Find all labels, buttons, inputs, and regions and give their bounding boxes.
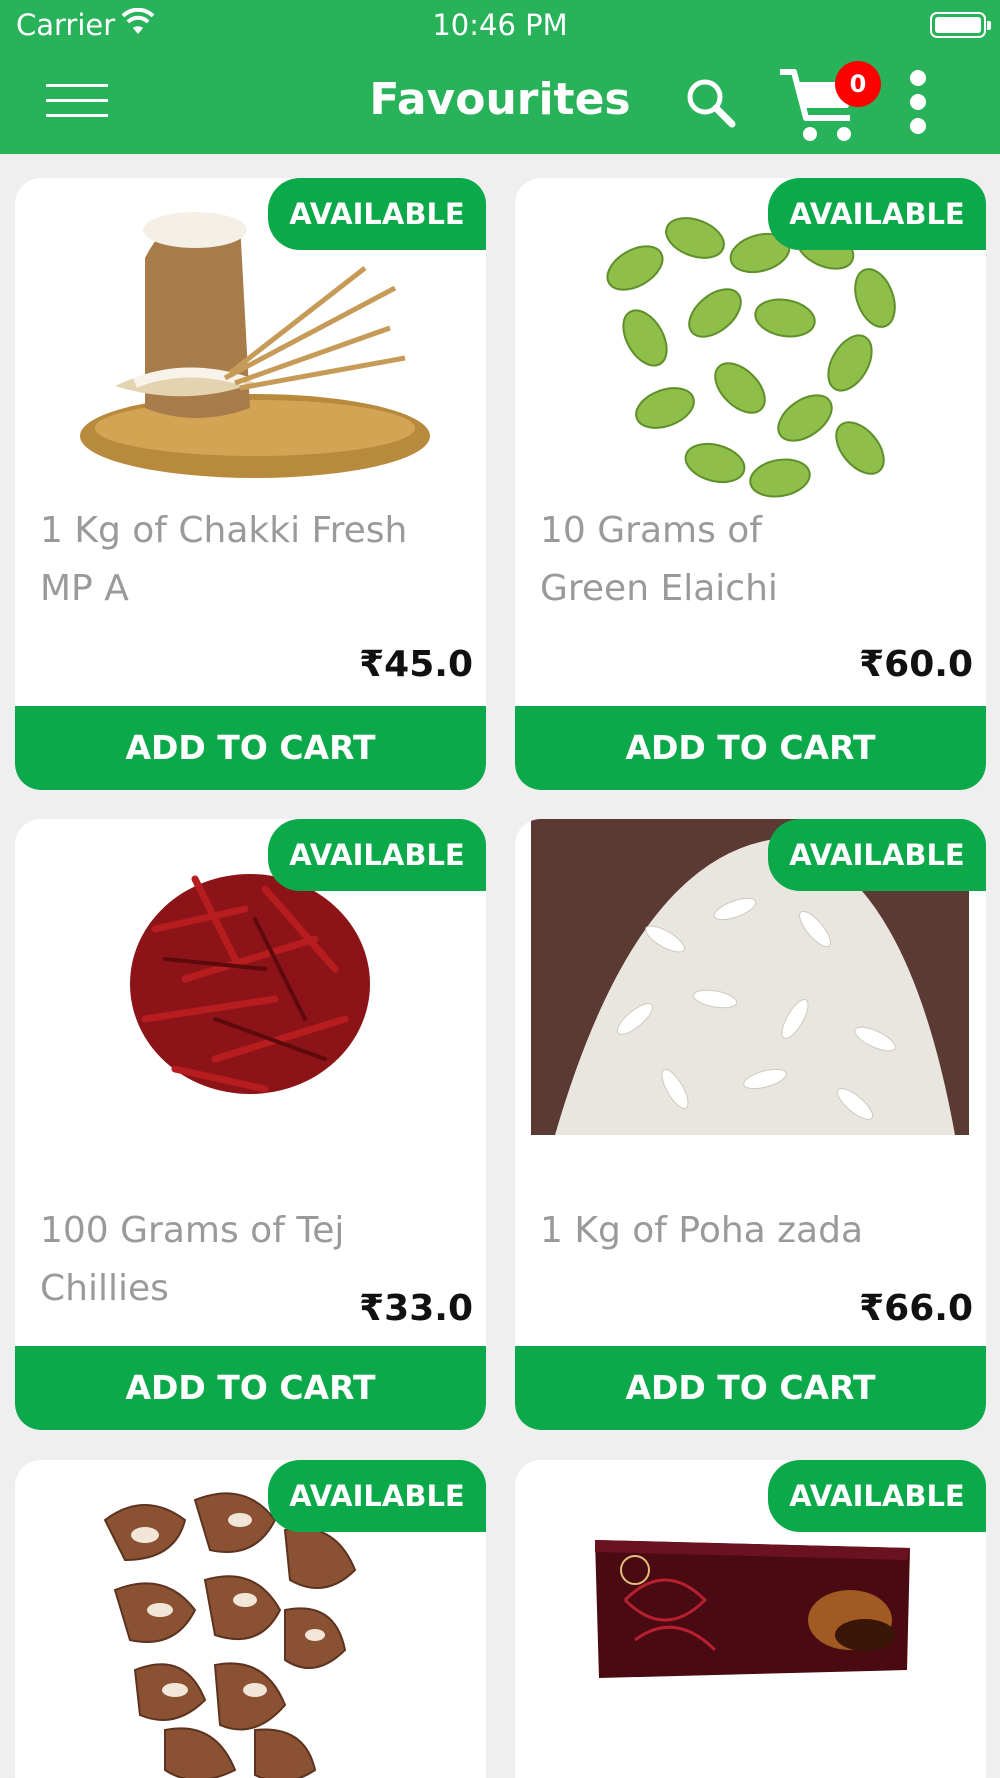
add-to-cart-button[interactable]: ADD TO CART [515,1346,986,1430]
add-to-cart-button[interactable]: ADD TO CART [15,706,486,790]
availability-badge: AVAILABLE [768,819,986,891]
product-price: ₹45.0 [359,644,473,685]
cart-count-badge: 0 [835,61,881,107]
availability-badge: AVAILABLE [268,819,486,891]
product-card[interactable]: AVAILABLE 10 Grams of Green Elaichi ₹60.… [515,178,986,790]
more-vertical-icon[interactable] [905,68,929,136]
product-name-line: Green Elaichi [540,568,778,609]
product-price: ₹60.0 [859,644,973,685]
availability-badge: AVAILABLE [268,1460,486,1532]
add-to-cart-button[interactable]: ADD TO CART [515,706,986,790]
battery-icon [930,12,991,38]
product-card[interactable]: AVAILABLE 1 Kg of Chakki Fresh MP A ₹45.… [15,178,486,790]
app-header: Carrier 10:46 PM Favourites 0 [0,0,1000,154]
product-card[interactable]: AVAILABLE [515,1460,986,1778]
product-name-line: 10 Grams of [540,510,762,551]
product-price: ₹33.0 [359,1288,473,1329]
availability-badge: AVAILABLE [268,178,486,250]
status-bar: Carrier 10:46 PM [0,0,1000,50]
product-card[interactable]: AVAILABLE [15,1460,486,1778]
product-name-line: 1 Kg of Poha zada [540,1210,864,1251]
product-price: ₹66.0 [859,1288,973,1329]
product-name: 1 Kg of Chakki Fresh MP A [40,502,470,618]
search-icon[interactable] [684,76,738,130]
add-to-cart-button[interactable]: ADD TO CART [15,1346,486,1430]
product-name: 10 Grams of Green Elaichi [540,502,970,618]
product-name: 1 Kg of Poha zada [540,1202,970,1260]
product-name-line: 1 Kg of Chakki Fresh [40,510,408,551]
product-name-line: MP A [40,568,129,609]
product-card[interactable]: AVAILABLE 100 Grams of Tej Chillies ₹33.… [15,819,486,1430]
status-time: 10:46 PM [432,8,568,42]
product-card[interactable]: AVAILABLE 1 Kg of Poha zada ₹66.0 ADD TO… [515,819,986,1430]
availability-badge: AVAILABLE [768,178,986,250]
availability-badge: AVAILABLE [768,1460,986,1532]
